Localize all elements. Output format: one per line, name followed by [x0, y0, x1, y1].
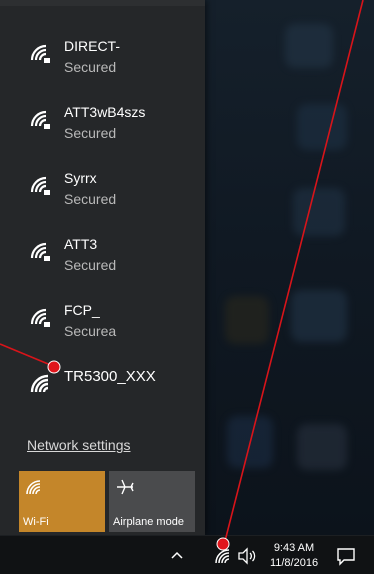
airplane-icon — [117, 479, 134, 495]
wifi-icon — [30, 374, 49, 393]
network-status: Secured — [64, 125, 117, 141]
screen: DIRECT- Secured ATT3wB4szs Secured Syrrx… — [0, 0, 374, 574]
wifi-secured-icon — [30, 176, 50, 195]
network-name: DIRECT- — [64, 38, 120, 54]
network-list: DIRECT- Secured ATT3wB4szs Secured Syrrx… — [0, 30, 205, 426]
airplane-tile-label: Airplane mode — [113, 516, 184, 528]
network-item[interactable]: ATT3 Secured — [0, 228, 205, 294]
network-status: Secured — [64, 191, 117, 207]
wifi-secured-icon — [30, 110, 50, 129]
network-item[interactable]: Syrrx Secured — [0, 162, 205, 228]
network-item[interactable]: ATT3wB4szs Secured — [0, 96, 205, 162]
wifi-toggle-tile[interactable]: Wi-Fi — [19, 471, 105, 532]
taskbar-clock[interactable]: 9:43 AM 11/8/2016 — [262, 541, 326, 571]
network-item-tr5300[interactable]: TR5300_XXX — [0, 360, 205, 426]
wifi-secured-icon — [30, 44, 50, 63]
wifi-tile-label: Wi-Fi — [23, 516, 49, 528]
flyout-top-edge — [0, 0, 205, 6]
wifi-icon[interactable] — [214, 546, 234, 566]
network-name: TR5300_XXX — [64, 368, 156, 385]
network-name: ATT3 — [64, 236, 98, 252]
wifi-secured-icon — [30, 308, 50, 327]
network-item[interactable]: FCP_ Securea — [0, 294, 205, 360]
network-settings-link[interactable]: Network settings — [27, 437, 130, 453]
wifi-icon — [26, 480, 41, 495]
wifi-secured-icon — [30, 242, 50, 261]
network-flyout: DIRECT- Secured ATT3wB4szs Secured Syrrx… — [0, 0, 205, 535]
volume-icon[interactable] — [237, 547, 257, 565]
network-status: Secured — [64, 59, 117, 75]
network-status: Securea — [64, 323, 117, 339]
network-status: Secured — [64, 257, 117, 273]
network-item[interactable]: DIRECT- Secured — [0, 30, 205, 96]
network-name: Syrrx — [64, 170, 97, 186]
airplane-mode-tile[interactable]: Airplane mode — [109, 471, 195, 532]
taskbar: 9:43 AM 11/8/2016 — [0, 535, 374, 574]
desktop-background — [205, 0, 374, 535]
chevron-up-icon[interactable] — [168, 547, 186, 565]
action-center-icon[interactable] — [335, 545, 357, 567]
network-name: ATT3wB4szs — [64, 104, 146, 120]
network-name: FCP_ — [64, 302, 100, 318]
clock-time: 9:43 AM — [273, 542, 315, 554]
clock-date: 11/8/2016 — [269, 557, 319, 569]
